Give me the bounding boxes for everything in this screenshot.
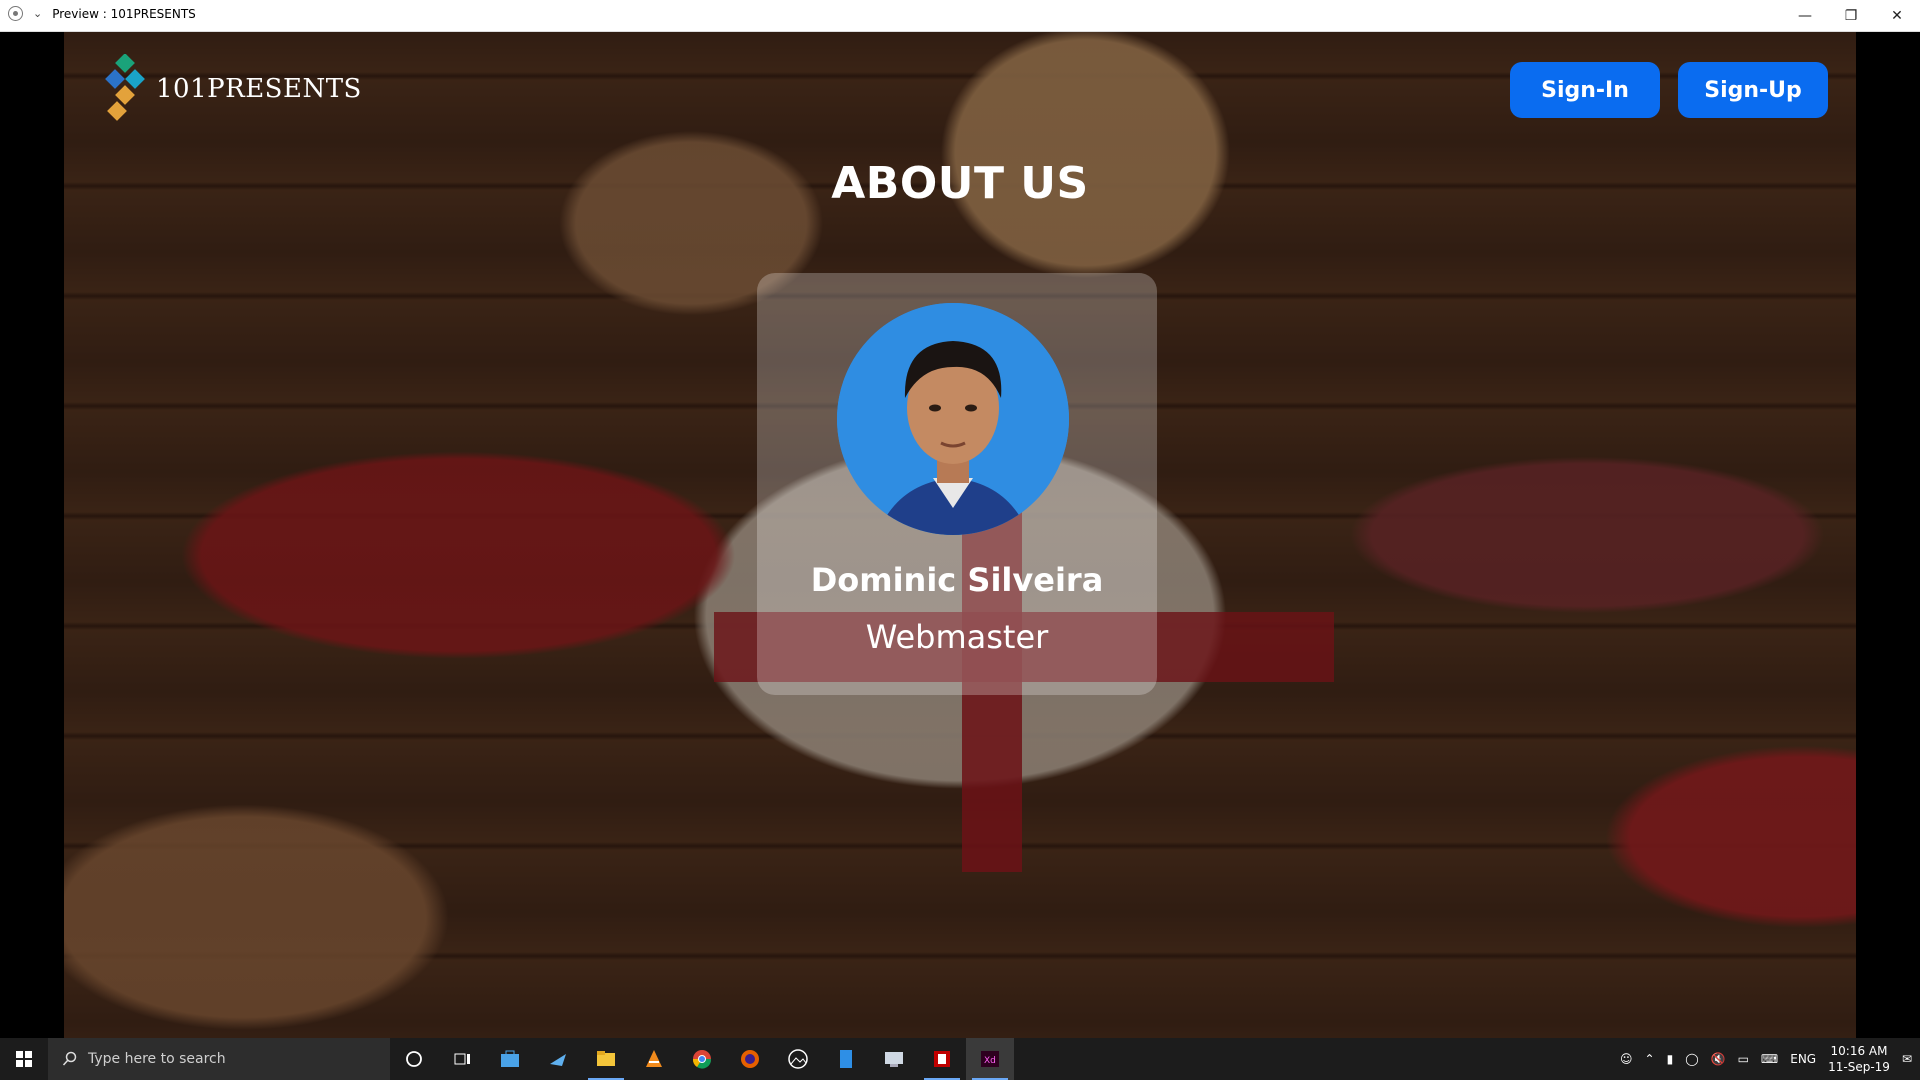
system-tray: ☺ ⌃ ▮ ◯ 🔇 ▭ ⌨ ENG 10:16 AM 11-Sep-19 ✉ [1620,1043,1920,1075]
keyboard-icon[interactable]: ⌨ [1761,1052,1778,1066]
taskbar: Type here to search Xd ☺ ⌃ ▮ ◯ 🔇 ▭ ⌨ ENG… [0,1038,1920,1080]
search-placeholder: Type here to search [88,1051,226,1067]
member-role: Webmaster [865,618,1049,656]
site-logo[interactable]: 101PRESENTS [104,54,362,124]
language-indicator[interactable]: ENG [1790,1052,1816,1066]
sign-up-button[interactable]: Sign-Up [1678,62,1828,118]
tablet-icon[interactable]: ▮ [1667,1052,1674,1066]
remote-desktop-icon[interactable] [870,1038,918,1080]
logo-text: 101PRESENTS [156,74,362,104]
store-icon[interactable] [486,1038,534,1080]
chevron-up-icon[interactable]: ⌃ [1645,1052,1655,1066]
chevron-down-icon[interactable]: ⌄ [33,7,42,20]
start-button[interactable] [0,1038,48,1080]
window-controls: — ❐ ✕ [1782,0,1920,32]
file-explorer-icon[interactable] [582,1038,630,1080]
logo-icon [105,54,145,121]
minimize-button[interactable]: — [1782,0,1828,32]
document-icon[interactable] [822,1038,870,1080]
firefox-icon[interactable] [726,1038,774,1080]
window-title: Preview : 101PRESENTS [52,6,196,21]
clock-time: 10:16 AM [1830,1044,1888,1058]
battery-icon[interactable]: ▭ [1738,1052,1749,1066]
windows-icon [16,1051,32,1067]
window-titlebar: ⌄ Preview : 101PRESENTS — ❐ ✕ [0,0,1920,32]
close-button[interactable]: ✕ [1874,0,1920,32]
page-title: ABOUT US [831,158,1089,209]
clock[interactable]: 10:16 AM 11-Sep-19 [1828,1043,1890,1075]
titlebar-left: ⌄ Preview : 101PRESENTS [8,6,196,21]
site-viewport: 101PRESENTS Sign-In Sign-Up ABOUT US Dom… [64,32,1856,1038]
filezilla-icon[interactable] [918,1038,966,1080]
people-icon[interactable]: ☺ [1620,1052,1633,1066]
auth-buttons: Sign-In Sign-Up [1510,62,1828,118]
taskbar-search[interactable]: Type here to search [48,1038,390,1080]
svg-text:Xd: Xd [984,1056,996,1066]
avatar [837,303,1069,535]
cortana-icon[interactable] [390,1038,438,1080]
photos-icon[interactable] [774,1038,822,1080]
volume-muted-icon[interactable]: 🔇 [1711,1052,1726,1066]
vlc-icon[interactable] [630,1038,678,1080]
adobe-xd-icon[interactable]: Xd [966,1038,1014,1080]
restore-button[interactable]: ❐ [1828,0,1874,32]
record-icon[interactable] [8,6,23,21]
member-photo [837,303,1069,535]
sign-in-button[interactable]: Sign-In [1510,62,1660,118]
member-name: Dominic Silveira [810,561,1104,599]
network-icon[interactable]: ◯ [1685,1052,1698,1066]
chrome-icon[interactable] [678,1038,726,1080]
sketch-icon[interactable] [534,1038,582,1080]
search-icon [62,1051,77,1066]
clock-date: 11-Sep-19 [1828,1060,1890,1074]
team-member-card: Dominic Silveira Webmaster [757,273,1157,695]
notifications-icon[interactable]: ✉ [1902,1052,1912,1066]
task-view-icon[interactable] [438,1038,486,1080]
